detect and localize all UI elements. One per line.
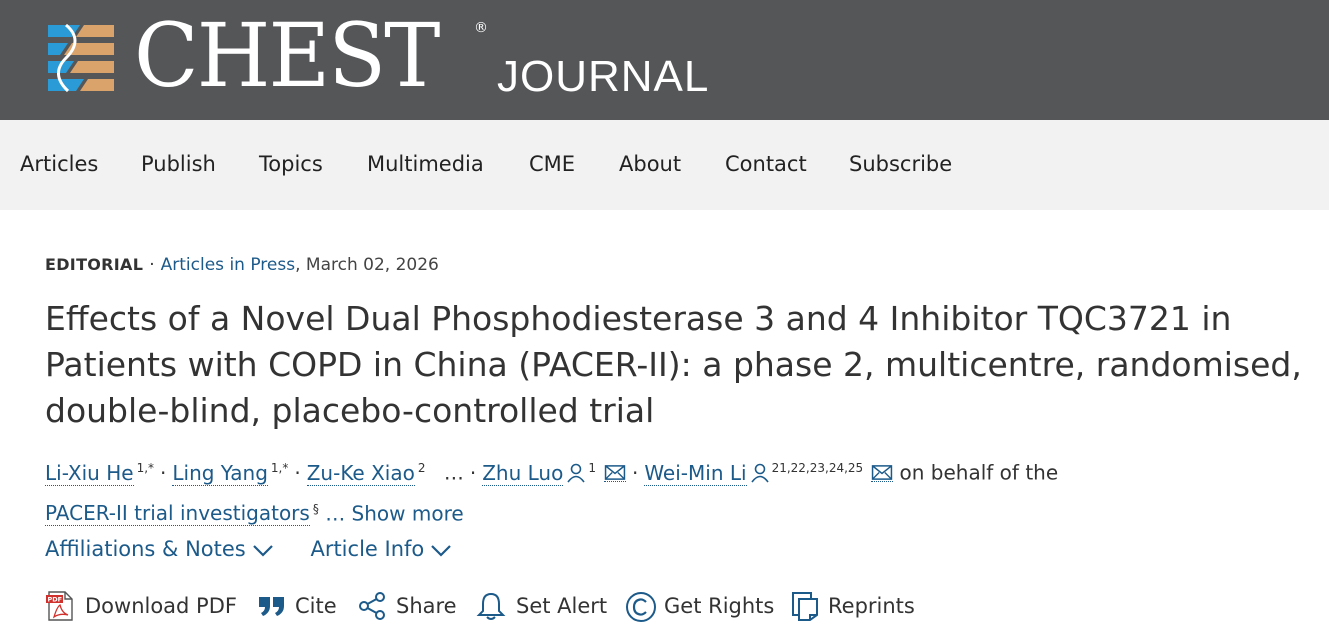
cite-label: Cite <box>295 594 337 618</box>
person-icon <box>567 463 585 483</box>
author-affiliation-sup: 1,* <box>136 461 155 475</box>
on-behalf-text: on behalf of the <box>893 460 1059 485</box>
group-author-sup: § <box>312 501 319 516</box>
group-author-link[interactable]: PACER-II trial investigators <box>45 501 310 527</box>
download-pdf-label: Download PDF <box>85 594 237 618</box>
author-link[interactable]: Ling Yang <box>172 460 268 486</box>
pdf-icon: PDF <box>46 591 73 621</box>
set-alert-label: Set Alert <box>516 594 608 618</box>
nav-item-contact[interactable]: Contact <box>725 150 807 178</box>
registered-mark: ® <box>474 20 488 36</box>
author-affiliation-sup: 21,22,23,24,25 <box>771 461 864 475</box>
mail-icon[interactable] <box>603 464 626 482</box>
authors-ellipsis: … <box>443 460 464 485</box>
reprints-icon <box>792 592 818 621</box>
cite-button[interactable]: Cite <box>257 589 337 623</box>
article-info-toggle[interactable]: Article Info <box>310 534 452 564</box>
article-title: Effects of a Novel Dual Phosphodiesteras… <box>45 299 1302 430</box>
nav-item-cme[interactable]: CME <box>529 150 575 178</box>
affiliations-toggle[interactable]: Affiliations & Notes <box>45 534 274 564</box>
affiliations-toggle-label: Affiliations & Notes <box>45 537 246 561</box>
article-meta: EDITORIAL · Articles in Press, March 02, 2… <box>45 253 439 277</box>
mail-icon[interactable] <box>871 464 894 482</box>
set-alert-button[interactable]: Set Alert <box>476 589 608 623</box>
author-list: Li-Xiu He 1,* · Ling Yang 1,* · Zu-Ke Xiao 2 … ·… <box>45 460 1059 527</box>
nav-item-publish[interactable]: Publish <box>141 150 216 178</box>
copyright-icon <box>626 592 656 622</box>
articles-in-press-link[interactable]: Articles in Press <box>161 255 295 275</box>
author-affiliation-sup: 1,* <box>270 461 289 475</box>
nav-item-about[interactable]: About <box>619 150 681 178</box>
nav-item-subscribe[interactable]: Subscribe <box>849 150 952 178</box>
logo-journal-text[interactable]: JOURNAL <box>497 52 709 102</box>
logo-wordmark[interactable]: CHEST <box>134 6 441 106</box>
nav-item-multimedia[interactable]: Multimedia <box>367 150 484 178</box>
quote-icon <box>259 597 284 616</box>
download-pdf-button[interactable]: PDF Download PDF <box>45 589 237 623</box>
main-nav: Articles Publish Topics Multimedia CME A… <box>0 120 1329 210</box>
bell-icon <box>476 592 506 620</box>
svg-text:PDF: PDF <box>48 596 63 604</box>
article-toggles: Affiliations & Notes Article Info <box>45 534 452 564</box>
chest-logo-icon[interactable] <box>44 22 118 94</box>
reprints-label: Reprints <box>828 594 915 618</box>
person-icon <box>750 463 769 483</box>
author-affiliation-sup: 1 <box>588 461 596 475</box>
show-more-authors[interactable]: … Show more <box>325 501 464 525</box>
article-type: EDITORIAL <box>45 255 144 274</box>
reprints-button[interactable]: Reprints <box>791 589 921 623</box>
meta-separator: · <box>149 255 155 275</box>
share-label: Share <box>396 594 457 618</box>
share-button[interactable]: Share <box>357 589 457 623</box>
author-link[interactable]: Zu-Ke Xiao <box>306 460 415 486</box>
author-link[interactable]: Wei-Min Li <box>644 460 747 486</box>
author-link[interactable]: Zhu Luo <box>482 460 564 486</box>
chevron-down-icon <box>431 545 452 557</box>
get-rights-button[interactable]: Get Rights <box>625 589 775 623</box>
masthead: CHEST ® JOURNAL <box>0 0 1329 120</box>
chevron-down-icon <box>252 545 273 557</box>
nav-item-articles[interactable]: Articles <box>20 150 98 178</box>
nav-item-topics[interactable]: Topics <box>259 150 323 178</box>
author-link[interactable]: Li-Xiu He <box>45 460 134 486</box>
article-actions: PDF Download PDF Cite Share Set Alert Ge… <box>45 589 1045 623</box>
get-rights-label: Get Rights <box>664 594 775 618</box>
publish-date: , March 02, 2026 <box>295 255 439 275</box>
share-icon <box>359 592 385 620</box>
article-info-toggle-label: Article Info <box>310 537 425 561</box>
